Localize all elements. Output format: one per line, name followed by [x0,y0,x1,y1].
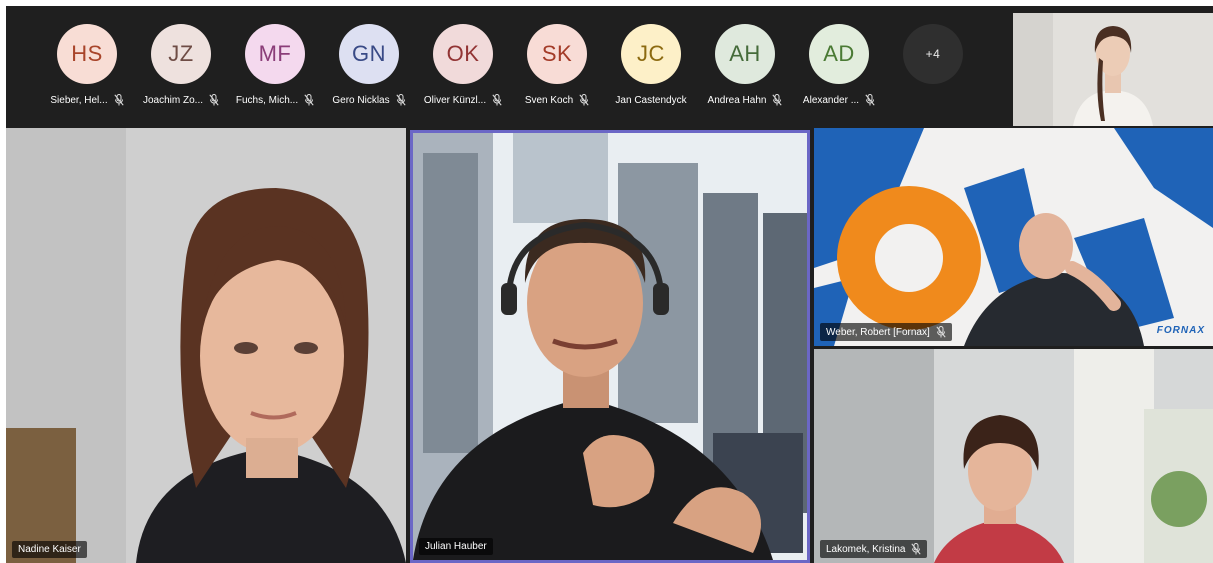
video-tile-kristina-lakomek[interactable]: Lakomek, Kristina [814,349,1213,563]
avatar: AH [715,24,775,84]
attendee-sven[interactable]: SK Sven Koch [510,24,604,124]
attendee-name: Sven Koch [524,94,574,106]
attendee-name: Fuchs, Mich... [235,94,299,106]
mic-muted-icon [304,94,314,106]
attendee-name: Oliver Künzl... [423,94,487,106]
video-tile-julian-hauber[interactable]: Julian Hauber [410,130,810,563]
avatar: HS [57,24,117,84]
video-tile-robert-weber[interactable]: FORNAX Weber, Robert [Fornax] [814,128,1213,346]
attendee-name: Gero Nicklas [332,94,390,106]
participant-name-label: Nadine Kaiser [12,541,87,558]
participant-name: Nadine Kaiser [18,544,81,555]
avatar: GN [339,24,399,84]
participant-video [413,133,807,560]
attendee-gero[interactable]: GN Gero Nicklas [322,24,416,124]
more-attendees-button[interactable]: +4 [886,24,980,124]
attendee-name: Andrea Hahn [707,94,767,106]
attendee-jan[interactable]: JC Jan Castendyck [604,24,698,124]
self-view-person [1013,13,1213,126]
attendee-andrea[interactable]: AH Andrea Hahn [698,24,792,124]
video-tile-nadine-kaiser[interactable]: Nadine Kaiser [6,128,406,563]
meeting-stage: HS Sieber, Hel... JZ Joachim Zo... MF Fu… [6,6,1213,563]
attendee-name: Joachim Zo... [142,94,204,106]
attendee-strip: HS Sieber, Hel... JZ Joachim Zo... MF Fu… [6,6,1011,126]
attendee-joachim[interactable]: JZ Joachim Zo... [134,24,228,124]
participant-name-label: Lakomek, Kristina [820,540,928,558]
self-view-video[interactable] [1013,13,1213,126]
attendee-name: Sieber, Hel... [50,94,108,106]
mic-muted-icon [911,543,922,555]
attendee-sieber[interactable]: HS Sieber, Hel... [40,24,134,124]
participant-name-label: Weber, Robert [Fornax] [820,323,952,341]
mic-muted-icon [209,94,219,106]
participant-video [814,349,1213,563]
participant-name: Lakomek, Kristina [826,543,906,555]
avatar: SK [527,24,587,84]
mic-muted-icon [113,94,124,106]
fornax-watermark: FORNAX [1156,325,1205,336]
avatar: AD [809,24,869,84]
attendee-name: Alexander ... [802,94,860,106]
attendee-name: Jan Castendyck [615,94,687,106]
participant-name: Julian Hauber [425,541,487,552]
attendee-oliver[interactable]: OK Oliver Künzl... [416,24,510,124]
attendee-alexander[interactable]: AD Alexander ... [792,24,886,124]
mic-muted-icon [395,94,406,106]
attendee-fuchs[interactable]: MF Fuchs, Mich... [228,24,322,124]
avatar: MF [245,24,305,84]
participant-name: Weber, Robert [Fornax] [826,326,930,338]
mic-muted-icon [865,94,875,106]
avatar: JC [621,24,681,84]
mic-muted-icon [772,94,783,106]
participant-name-label: Julian Hauber [419,538,493,555]
avatar: JZ [151,24,211,84]
participant-video-fornax-background [814,128,1213,346]
participant-video [6,128,406,563]
mic-muted-icon [579,94,589,106]
overflow-count: +4 [903,24,963,84]
mic-muted-icon [492,94,502,106]
mic-muted-icon [936,326,946,338]
avatar: OK [433,24,493,84]
